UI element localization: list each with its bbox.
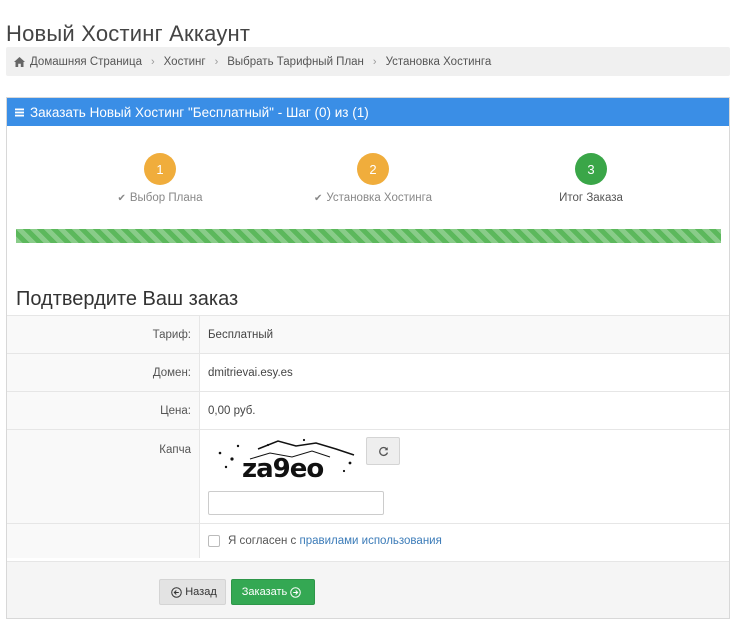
table-row: Цена: 0,00 руб. [7, 391, 729, 429]
step-choose-plan: 1 ✔ Выбор Плана [80, 153, 240, 204]
agree-text: Я согласен с правилами использования [228, 535, 442, 547]
table-row: Капча za9eo [7, 429, 729, 523]
menu-icon [15, 108, 24, 117]
step-label: ✔ Установка Хостинга [313, 192, 432, 204]
step-hosting-setup: 2 ✔ Установка Хостинга [293, 153, 453, 204]
step-number: 3 [575, 153, 607, 185]
check-icon: ✔ [117, 193, 126, 204]
step-label: Итог Заказа [559, 192, 623, 204]
chevron-right-icon: › [372, 55, 377, 68]
order-steps: 1 ✔ Выбор Плана 2 ✔ Установка Хостинга 3 И… [7, 153, 729, 204]
panel-header: Заказать Новый Хостинг "Бесплатный" - Ша… [7, 98, 729, 126]
arrow-left-circle-icon [171, 586, 183, 598]
step-order-summary: 3 Итог Заказа [511, 153, 671, 204]
table-row: Я согласен с правилами использования [7, 523, 729, 558]
arrow-right-circle-icon [290, 586, 302, 598]
order-panel: Заказать Новый Хостинг "Бесплатный" - Ша… [6, 97, 730, 619]
progress-bar [16, 229, 721, 243]
breadcrumb-choose-plan[interactable]: Выбрать Тарифный План [227, 56, 364, 68]
section-title: Подтвердите Ваш заказ [16, 287, 239, 310]
price-value: 0,00 руб. [208, 404, 256, 417]
step-number: 2 [357, 153, 389, 185]
agree-cell: Я согласен с правилами использования [200, 524, 729, 558]
back-button[interactable]: Назад [159, 579, 226, 605]
tariff-value: Бесплатный [200, 316, 729, 353]
chevron-right-icon: › [214, 55, 219, 68]
step-number: 1 [144, 153, 176, 185]
table-row: Тариф: Бесплатный [7, 315, 729, 353]
check-icon: ✔ [313, 193, 323, 204]
tariff-label: Тариф: [7, 316, 200, 353]
order-summary-table: Тариф: Бесплатный Домен: dmitrievai.esy.… [7, 315, 729, 558]
price-label: Цена: [7, 392, 200, 429]
captcha-image: za9eo [218, 438, 355, 483]
home-icon[interactable] [14, 56, 25, 67]
captcha-cell: za9eo [200, 430, 729, 523]
domain-label: Домен: [7, 354, 200, 391]
order-button[interactable]: Заказать [231, 579, 315, 605]
breadcrumb: Домашняя Страница › Хостинг › Выбрать Та… [6, 47, 730, 76]
form-footer: Назад Заказать [7, 561, 729, 618]
refresh-icon [378, 446, 388, 456]
panel-title: Заказать Новый Хостинг "Бесплатный" - Ша… [30, 104, 369, 120]
page-title: Новый Хостинг Аккаунт [6, 20, 251, 46]
breadcrumb-home[interactable]: Домашняя Страница [30, 56, 142, 68]
terms-link[interactable]: правилами использования [299, 535, 441, 547]
breadcrumb-hosting[interactable]: Хостинг [164, 56, 206, 68]
captcha-text: za9eo [242, 454, 323, 483]
table-row: Домен: dmitrievai.esy.es [7, 353, 729, 391]
refresh-captcha-button[interactable] [366, 437, 400, 465]
domain-value: dmitrievai.esy.es [208, 366, 293, 379]
breadcrumb-hosting-setup: Установка Хостинга [385, 55, 492, 68]
chevron-right-icon: › [150, 55, 155, 68]
captcha-input[interactable] [208, 491, 384, 515]
captcha-label: Капча [7, 430, 200, 523]
agree-checkbox[interactable] [208, 535, 220, 547]
step-label: ✔ Выбор Плана [117, 192, 203, 204]
agree-label-cell [7, 524, 200, 558]
